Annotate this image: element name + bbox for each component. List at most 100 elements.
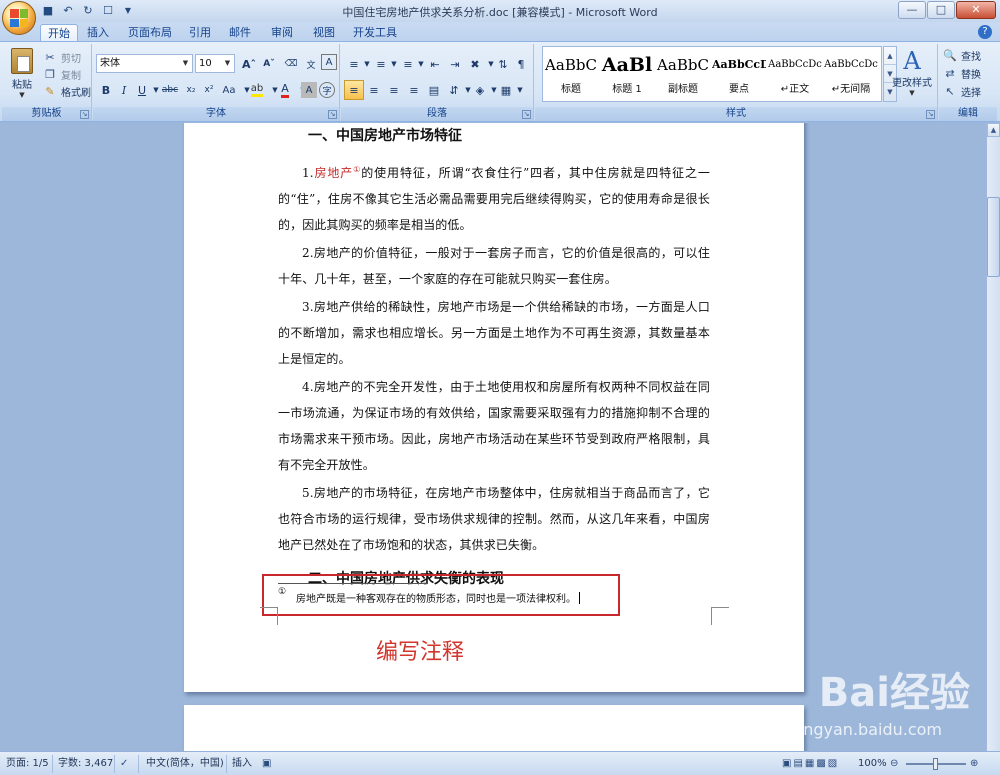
style-name: ↵无间隔 <box>831 84 871 95</box>
paragraph-prefix: 1. <box>302 166 314 180</box>
font-size-combo[interactable]: 10 ▼ <box>195 54 235 73</box>
document-body[interactable]: 一、中国房地产市场特征 1.房地产①的使用特征，所谓“衣食住行”四者，其中住房就… <box>278 123 710 588</box>
paragraph-group-label: 段落 <box>341 107 533 121</box>
help-icon[interactable]: ? <box>978 25 992 39</box>
paste-icon <box>11 48 33 74</box>
footnote-content: 房地产既是一种客观存在的物质形态，同时也是一项法律权利。 <box>296 594 576 605</box>
document-page[interactable]: 一、中国房地产市场特征 1.房地产①的使用特征，所谓“衣食住行”四者，其中住房就… <box>184 123 804 692</box>
zoom-out-icon[interactable]: ⊖ <box>890 757 898 771</box>
increase-indent-icon[interactable]: ⇥ <box>445 54 465 74</box>
style-item-title[interactable]: AaBbC 标题 <box>544 50 598 98</box>
enclose-characters-icon[interactable]: 字 <box>319 82 335 98</box>
tab-page-layout[interactable]: 页面布局 <box>122 24 178 42</box>
paragraph-launcher-icon[interactable]: ↘ <box>522 110 531 119</box>
phonetic-guide-icon[interactable]: 文 <box>301 54 321 74</box>
scroll-thumb[interactable] <box>987 197 1000 277</box>
sort-icon[interactable]: ⇅ <box>493 54 513 74</box>
zoom-in-icon[interactable]: ⊕ <box>970 757 978 771</box>
styles-launcher-icon[interactable]: ↘ <box>926 110 935 119</box>
title-bar: ■ ↶ ↻ ☐ ▼ 中国住宅房地产供求关系分析.doc [兼容模式] - Mic… <box>0 0 1000 35</box>
italic-icon[interactable]: I <box>114 80 134 100</box>
clear-formatting-icon[interactable]: ⌫ <box>281 54 301 74</box>
language-indicator[interactable]: 中文(简体，中国) <box>146 757 224 771</box>
text-cursor <box>579 592 580 604</box>
styles-group-label: 样式 <box>535 107 937 121</box>
tab-mailings[interactable]: 邮件 <box>222 24 258 42</box>
strikethrough-icon[interactable]: abc <box>160 80 180 100</box>
view-buttons[interactable]: ▣▤▦▩▧ <box>782 757 839 771</box>
close-button[interactable]: ✕ <box>956 1 996 19</box>
footnote-mark: ① <box>278 587 287 597</box>
style-item-subtitle[interactable]: AaBbC 副标题 <box>656 50 710 98</box>
clipboard-launcher-icon[interactable]: ↘ <box>80 110 89 119</box>
footnote-text[interactable]: 房地产既是一种客观存在的物质形态，同时也是一项法律权利。 <box>296 590 580 605</box>
character-border-icon[interactable]: A <box>321 54 337 70</box>
tab-review[interactable]: 审阅 <box>264 24 300 42</box>
proofing-icon[interactable]: ✓ <box>120 757 128 771</box>
style-item-normal[interactable]: AaBbCcDc ↵正文 <box>768 50 822 98</box>
font-color-icon[interactable]: A <box>275 80 295 100</box>
insert-mode[interactable]: 插入 <box>232 757 252 771</box>
character-shading-icon[interactable]: A <box>301 82 317 98</box>
style-item-heading1[interactable]: AaBl 标题 1 <box>600 50 654 98</box>
select-label: 选择 <box>961 87 981 99</box>
tab-references[interactable]: 引用 <box>182 24 218 42</box>
office-button[interactable] <box>2 1 36 35</box>
highlight-icon[interactable]: ab <box>247 80 267 100</box>
change-case-icon[interactable]: Aa <box>219 80 239 100</box>
shrink-font-icon[interactable]: Aˇ <box>259 54 279 74</box>
document-page-2[interactable] <box>184 705 804 751</box>
zoom-slider-thumb[interactable] <box>933 758 938 770</box>
superscript-icon[interactable]: x² <box>199 80 219 100</box>
style-item-no-spacing[interactable]: AaBbCcDc ↵无间隔 <box>824 50 878 98</box>
justify-icon[interactable]: ≡ <box>404 80 424 100</box>
borders-dropdown-icon[interactable]: ▼ <box>510 80 530 100</box>
bold-icon[interactable]: B <box>96 80 116 100</box>
style-name: 要点 <box>729 84 749 95</box>
cursor-icon: ↖ <box>945 84 955 98</box>
macro-record-icon[interactable]: ▣ <box>262 757 271 771</box>
align-left-icon[interactable]: ≡ <box>344 80 364 100</box>
replace-icon: ⇄ <box>945 66 955 80</box>
change-styles-button[interactable]: A 更改样式 ▼ <box>890 48 934 97</box>
font-name-combo[interactable]: 宋体 ▼ <box>96 54 193 73</box>
style-name: 标题 1 <box>612 84 642 95</box>
font-size-dropdown-icon[interactable]: ▼ <box>222 56 233 71</box>
select-button[interactable]: ↖ 选择 <box>942 82 981 100</box>
font-launcher-icon[interactable]: ↘ <box>328 110 337 119</box>
paste-button[interactable]: 粘贴 ▼ <box>6 46 38 102</box>
grow-font-icon[interactable]: Aˆ <box>239 54 259 74</box>
status-bar: 页面: 1/5 字数: 3,467 ✓ 中文(简体，中国) 插入 ▣ ▣▤▦▩▧… <box>0 751 1000 775</box>
decrease-indent-icon[interactable]: ⇤ <box>425 54 445 74</box>
editing-group: 🔍 查找 ⇄ 替换 ↖ 选择 编辑 <box>939 44 997 121</box>
align-right-icon[interactable]: ≡ <box>384 80 404 100</box>
scroll-up-icon[interactable]: ▲ <box>987 123 1000 137</box>
paste-label: 粘贴 <box>12 80 32 91</box>
word-count[interactable]: 字数: 3,467 <box>58 757 113 771</box>
show-marks-icon[interactable]: ¶ <box>511 54 531 74</box>
style-name: 副标题 <box>668 84 698 95</box>
ribbon-tabs: 开始 插入 页面布局 引用 邮件 审阅 视图 开发工具 ? <box>0 22 1000 42</box>
align-center-icon[interactable]: ≡ <box>364 80 384 100</box>
paragraph-5: 5.房地产的市场特征，在房地产市场整体中，住房就相当于商品而言了，它也符合市场的… <box>278 486 710 552</box>
minimize-button[interactable]: — <box>898 1 926 19</box>
tab-developer[interactable]: 开发工具 <box>348 24 402 42</box>
format-painter-button[interactable]: ✎ 格式刷 <box>42 82 91 100</box>
tab-view[interactable]: 视图 <box>306 24 342 42</box>
style-item-strong[interactable]: AaBbCcD 要点 <box>712 50 766 98</box>
font-name-dropdown-icon[interactable]: ▼ <box>180 56 191 71</box>
tab-home[interactable]: 开始 <box>40 24 78 42</box>
page-indicator[interactable]: 页面: 1/5 <box>6 757 49 771</box>
find-button[interactable]: 🔍 查找 <box>942 46 981 64</box>
subscript-icon[interactable]: x₂ <box>181 80 201 100</box>
window-title: 中国住宅房地产供求关系分析.doc [兼容模式] - Microsoft Wor… <box>342 6 658 19</box>
copy-button[interactable]: ❐ 复制 <box>42 65 81 83</box>
cut-button[interactable]: ✂ 剪切 <box>42 48 81 66</box>
zoom-level[interactable]: 100% <box>858 757 887 771</box>
vertical-scrollbar[interactable]: ▲ <box>986 123 1000 751</box>
page-margin-corner-right <box>711 607 729 625</box>
replace-button[interactable]: ⇄ 替换 <box>942 64 981 82</box>
maximize-button[interactable]: □ <box>927 1 955 19</box>
tab-insert[interactable]: 插入 <box>80 24 116 42</box>
distributed-icon[interactable]: ▤ <box>424 80 444 100</box>
